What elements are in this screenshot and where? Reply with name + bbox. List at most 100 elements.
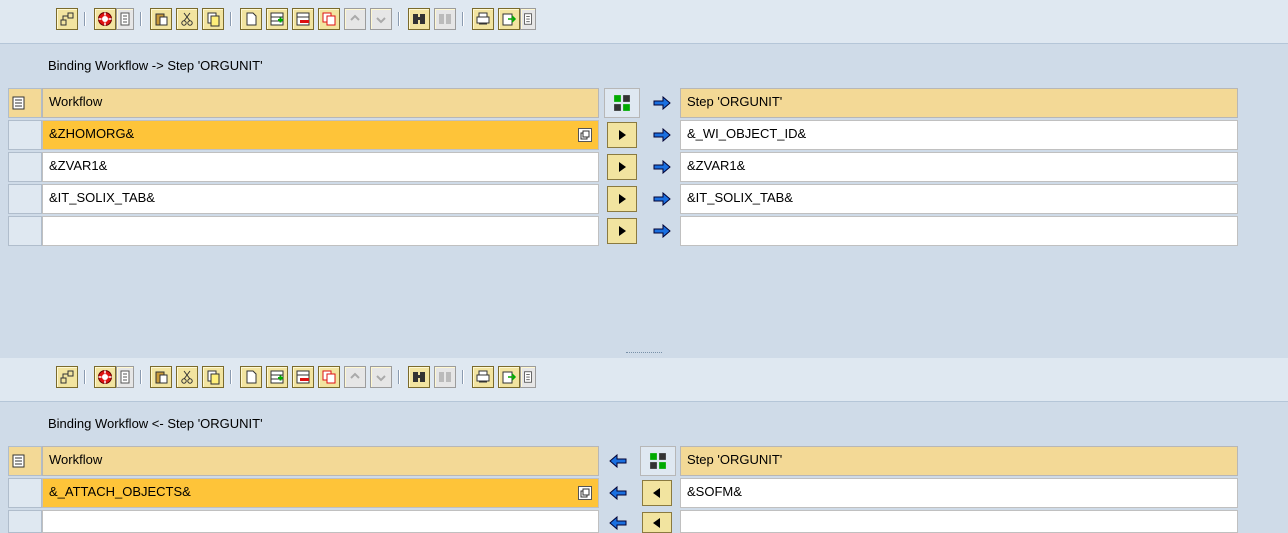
find-next-icon [434,8,456,30]
play-right-icon [619,130,626,140]
duplicate-icon[interactable] [318,366,340,388]
step-cell[interactable]: &_WI_OBJECT_ID& [680,120,1238,150]
copy-icon[interactable] [202,366,224,388]
play-left-icon [653,488,660,498]
select-all-icon[interactable] [8,88,42,118]
new-icon[interactable] [240,8,262,30]
bottom-workflow-header: Workflow [42,446,599,476]
step-cell[interactable]: &IT_SOLIX_TAB& [680,184,1238,214]
arrow-right-icon [648,154,676,180]
arrow-left-icon [604,480,632,506]
undo-icon [344,366,366,388]
undo-icon [344,8,366,30]
print-icon[interactable] [472,8,494,30]
detail-button[interactable] [607,186,637,212]
play-right-icon [619,162,626,172]
cut-icon[interactable] [176,366,198,388]
duplicate-icon[interactable] [318,8,340,30]
insert-row-icon[interactable] [266,366,288,388]
workflow-cell[interactable]: &ZVAR1& [42,152,599,182]
row-selector[interactable] [8,478,42,508]
play-left-icon [653,517,660,528]
step-cell[interactable]: &SOFM& [680,478,1238,508]
toolbar-separator [230,370,232,384]
step-cell[interactable] [680,510,1238,533]
arrow-left-icon [604,512,632,533]
arrow-left-icon [604,448,632,474]
value-help-icon[interactable] [578,486,592,500]
play-right-icon [619,226,626,236]
grid-view-icon[interactable] [649,452,667,470]
workflow-cell[interactable]: &_ATTACH_OBJECTS& [42,478,599,508]
hierarchy-icon[interactable] [56,366,78,388]
bottom-step-header: Step 'ORGUNIT' [680,446,1238,476]
top-step-header: Step 'ORGUNIT' [680,88,1238,118]
step-cell[interactable] [680,216,1238,246]
export-icon[interactable] [498,8,520,30]
toolbar-separator [84,370,86,384]
row-selector[interactable] [8,120,42,150]
row-selector[interactable] [8,216,42,246]
cut-icon[interactable] [176,8,198,30]
arrow-right-icon [648,122,676,148]
grid-view-icon[interactable] [613,94,631,112]
info-icon[interactable] [116,366,134,388]
info-icon[interactable] [116,8,134,30]
step-column-label: Step 'ORGUNIT' [687,94,783,109]
insert-row-icon[interactable] [266,8,288,30]
arrow-right-icon [648,90,676,116]
find-icon[interactable] [408,366,430,388]
export-icon[interactable] [498,366,520,388]
value-help-icon[interactable] [578,128,592,142]
workflow-column-label: Workflow [49,452,103,467]
delete-row-icon[interactable] [292,366,314,388]
new-icon[interactable] [240,366,262,388]
toolbar-separator [140,12,142,26]
workflow-column-label: Workflow [49,94,103,109]
select-all-icon[interactable] [8,446,42,476]
toolbar-separator [230,12,232,26]
detail-button[interactable] [642,512,672,533]
copy-icon[interactable] [202,8,224,30]
toolbar-separator [84,12,86,26]
step-cell[interactable]: &ZVAR1& [680,152,1238,182]
row-selector[interactable] [8,510,42,533]
detail-button[interactable] [607,154,637,180]
bottom-toggle-header [640,446,676,476]
toolbar-separator [462,12,464,26]
redo-icon [370,8,392,30]
top-binding-caption: Binding Workflow -> Step 'ORGUNIT' [48,58,263,73]
detail-button[interactable] [607,122,637,148]
detail-button[interactable] [607,218,637,244]
bottom-binding-caption: Binding Workflow <- Step 'ORGUNIT' [48,416,263,431]
workflow-cell[interactable] [42,510,599,533]
row-selector[interactable] [8,184,42,214]
paste-icon[interactable] [150,366,172,388]
workflow-cell[interactable]: &ZHOMORG& [42,120,599,150]
top-toolbar [0,0,1288,44]
hierarchy-icon[interactable] [56,8,78,30]
top-workflow-header: Workflow [42,88,599,118]
bottom-toolbar [0,358,1288,402]
help-icon[interactable] [94,8,116,30]
top-toggle-header [604,88,640,118]
toolbar-separator [398,12,400,26]
detail-button[interactable] [642,480,672,506]
print-icon[interactable] [472,366,494,388]
arrow-right-icon [648,218,676,244]
paste-icon[interactable] [150,8,172,30]
redo-icon [370,366,392,388]
help-icon[interactable] [94,366,116,388]
workflow-cell[interactable]: &IT_SOLIX_TAB& [42,184,599,214]
settings-icon[interactable] [520,366,536,388]
splitter-handle[interactable] [626,352,662,356]
row-selector[interactable] [8,152,42,182]
toolbar-separator [140,370,142,384]
delete-row-icon[interactable] [292,8,314,30]
workflow-cell[interactable] [42,216,599,246]
arrow-right-icon [648,186,676,212]
settings-icon[interactable] [520,8,536,30]
find-icon[interactable] [408,8,430,30]
toolbar-separator [398,370,400,384]
step-column-label: Step 'ORGUNIT' [687,452,783,467]
